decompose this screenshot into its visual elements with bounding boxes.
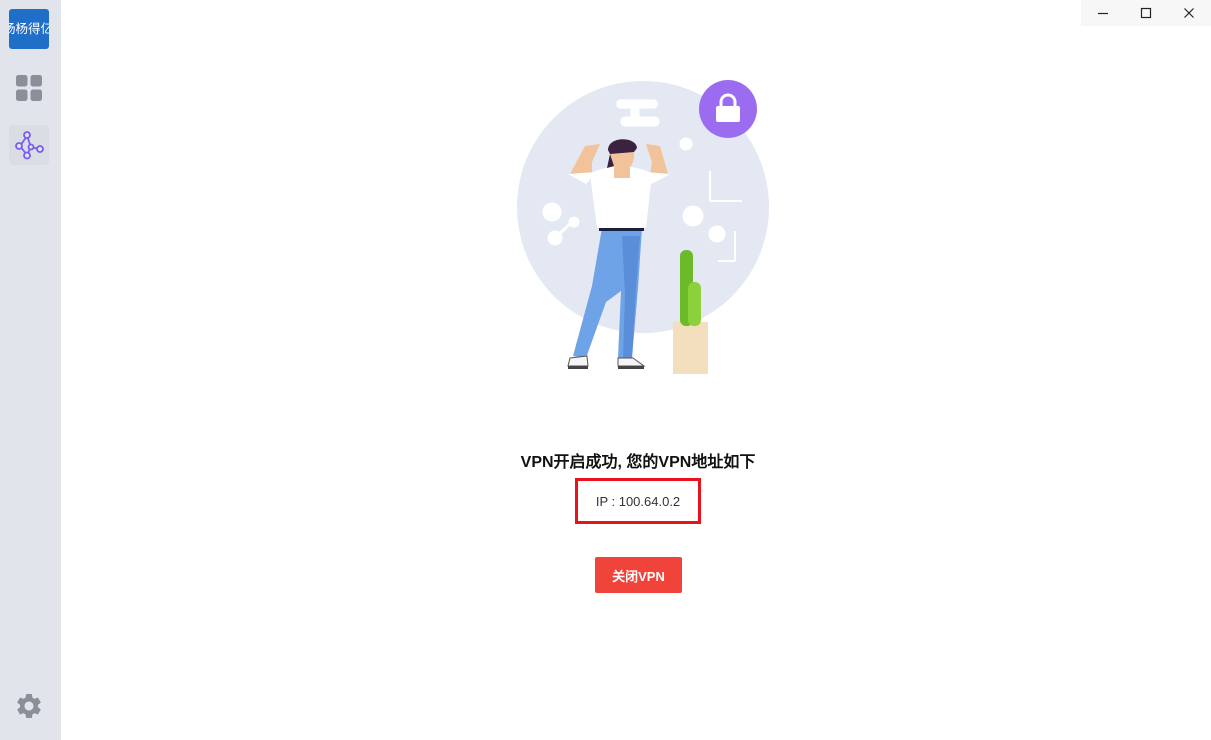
maximize-icon xyxy=(1140,7,1152,19)
ip-address-text: IP : 100.64.0.2 xyxy=(595,493,681,509)
grid-icon xyxy=(16,75,42,101)
network-icon xyxy=(15,131,44,160)
vpn-app-window: 杨杨得亿 VPN开启成功, 您的VPN地址如下 IP: 100.64.0.2 … xyxy=(0,0,1211,740)
window-controls xyxy=(1081,0,1211,26)
close-window-button[interactable] xyxy=(1168,0,1211,26)
minimize-button[interactable] xyxy=(1081,0,1124,26)
sidebar-item-network[interactable] xyxy=(9,125,49,165)
sidebar: 杨杨得亿 xyxy=(0,0,61,740)
close-icon xyxy=(1184,8,1195,18)
maximize-button[interactable] xyxy=(1124,0,1167,26)
sidebar-item-dashboard[interactable] xyxy=(9,68,49,108)
vpn-illustration xyxy=(517,80,769,374)
minimize-icon xyxy=(1097,12,1108,15)
close-vpn-button[interactable]: 关闭VPN xyxy=(595,557,682,593)
app-logo: 杨杨得亿 xyxy=(9,9,49,49)
settings-button[interactable] xyxy=(9,686,49,726)
gear-icon xyxy=(17,694,41,718)
ip-address-box: IP : 100.64.0.2 xyxy=(575,478,701,524)
vpn-status-headline: VPN开启成功, 您的VPN地址如下 xyxy=(520,454,756,471)
